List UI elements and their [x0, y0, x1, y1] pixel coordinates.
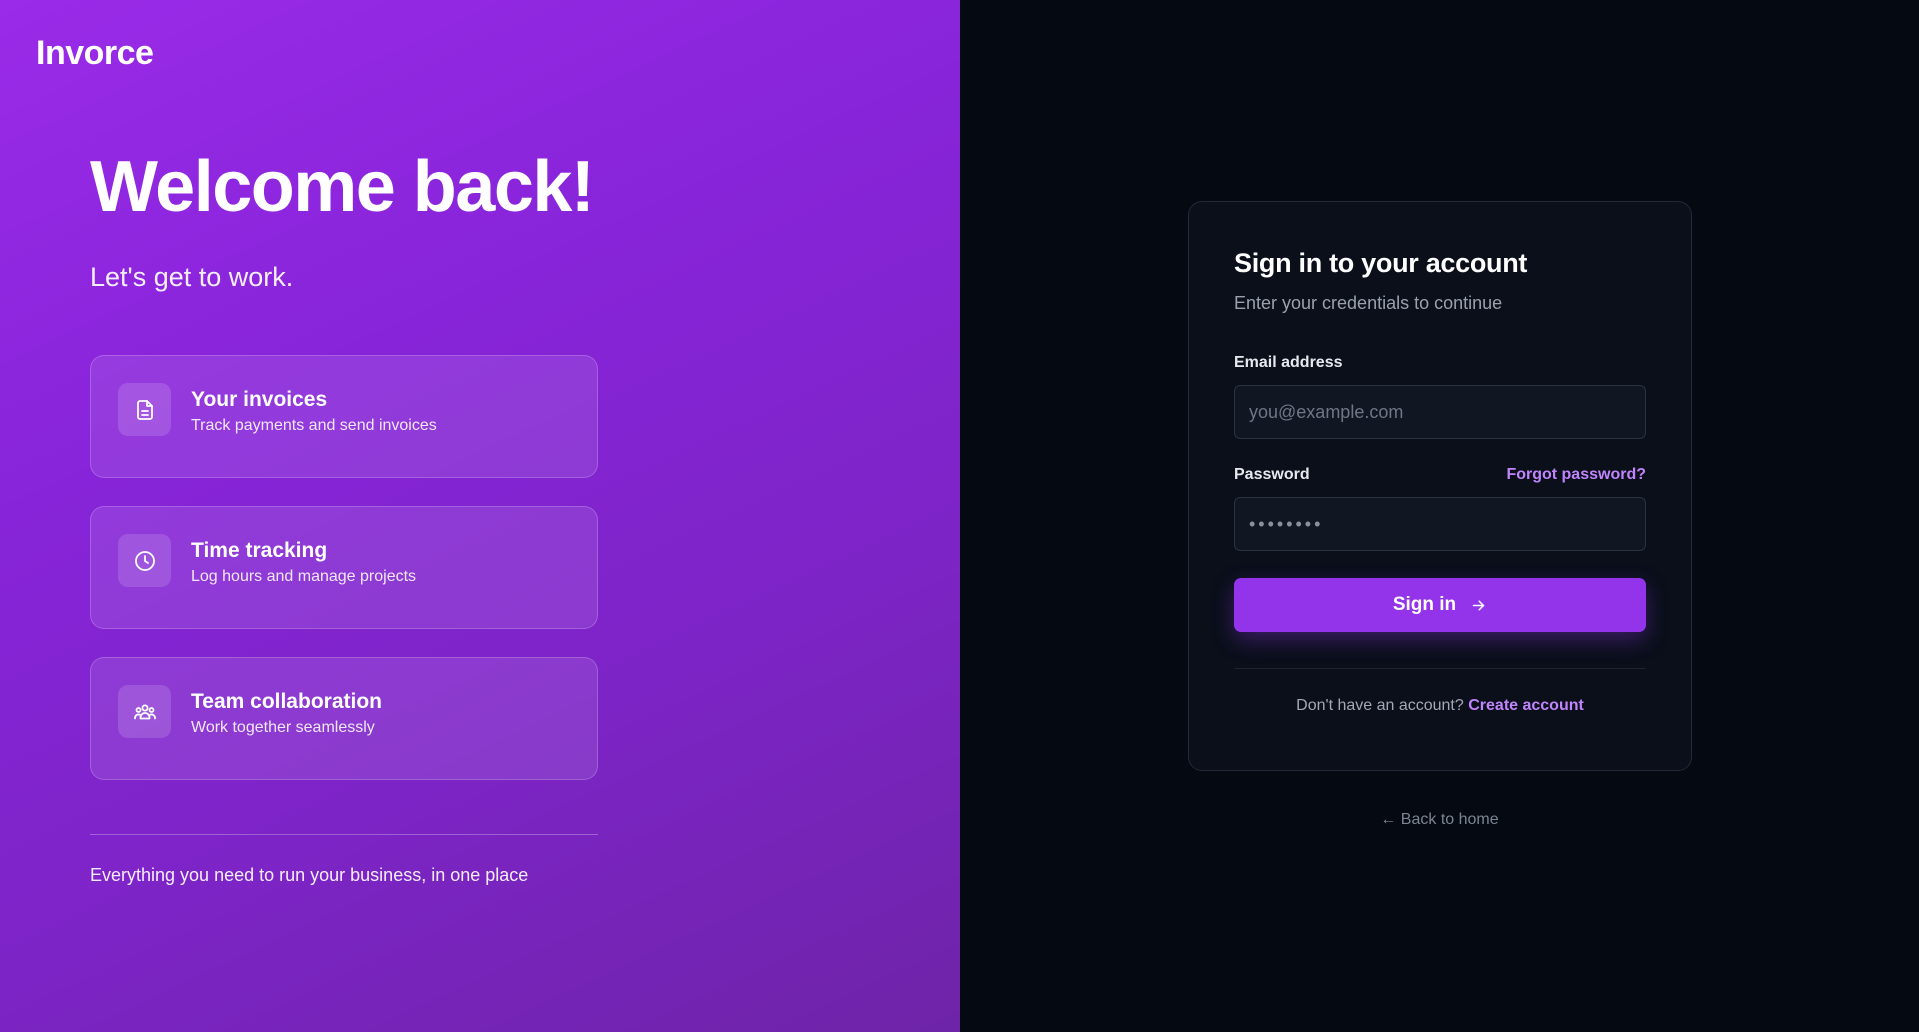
clock-icon [118, 534, 171, 587]
email-field[interactable] [1234, 385, 1646, 439]
feature-text: Team collaboration Work together seamles… [191, 685, 382, 737]
feature-text: Your invoices Track payments and send in… [191, 383, 437, 435]
signup-prompt: Don't have an account? Create account [1234, 697, 1646, 715]
feature-card-invoices: Your invoices Track payments and send in… [90, 355, 598, 478]
hero-divider [90, 834, 598, 835]
back-to-home-link[interactable]: ← Back to home [960, 811, 1919, 829]
team-icon [118, 685, 171, 738]
feature-card-time-tracking: Time tracking Log hours and manage proje… [90, 506, 598, 629]
email-label-row: Email address [1234, 354, 1646, 372]
login-page: Invorce Welcome back! Let's get to work.… [0, 0, 1919, 1032]
hero-subtitle: Let's get to work. [90, 262, 294, 292]
arrow-right-icon [1472, 599, 1485, 611]
password-label: Password [1234, 466, 1310, 483]
forgot-password-link[interactable]: Forgot password? [1506, 466, 1646, 484]
signin-subtitle: Enter your credentials to continue [1234, 293, 1503, 313]
signin-title: Sign in to your account [1234, 248, 1528, 278]
brand-logo[interactable]: Invorce [36, 34, 154, 73]
feature-title: Team collaboration [191, 690, 382, 713]
signin-button-label: Sign in [1392, 594, 1457, 615]
feature-text: Time tracking Log hours and manage proje… [191, 534, 416, 586]
signin-card: Sign in to your account Enter your crede… [1188, 201, 1692, 771]
card-divider [1234, 668, 1646, 669]
no-account-text: Don't have an account? [1296, 697, 1464, 714]
feature-description: Log hours and manage projects [191, 568, 417, 585]
feature-description: Track payments and send invoices [191, 417, 437, 434]
hero-panel: Invorce Welcome back! Let's get to work.… [0, 0, 960, 1032]
hero-title: Welcome back! [90, 147, 595, 227]
document-icon [118, 383, 171, 436]
feature-title: Your invoices [191, 388, 328, 411]
password-label-row: Password Forgot password? [1234, 466, 1646, 484]
login-panel: Sign in to your account Enter your crede… [960, 0, 1919, 1032]
hero-footer-text: Everything you need to run your business… [90, 865, 529, 885]
feature-list: Your invoices Track payments and send in… [90, 355, 598, 808]
email-label: Email address [1234, 354, 1343, 371]
password-field[interactable] [1234, 497, 1646, 551]
feature-title: Time tracking [191, 539, 328, 562]
feature-card-team-collaboration: Team collaboration Work together seamles… [90, 657, 598, 780]
create-account-link[interactable]: Create account [1468, 697, 1584, 714]
feature-description: Work together seamlessly [191, 719, 375, 736]
signin-button[interactable]: Sign in [1234, 578, 1646, 632]
